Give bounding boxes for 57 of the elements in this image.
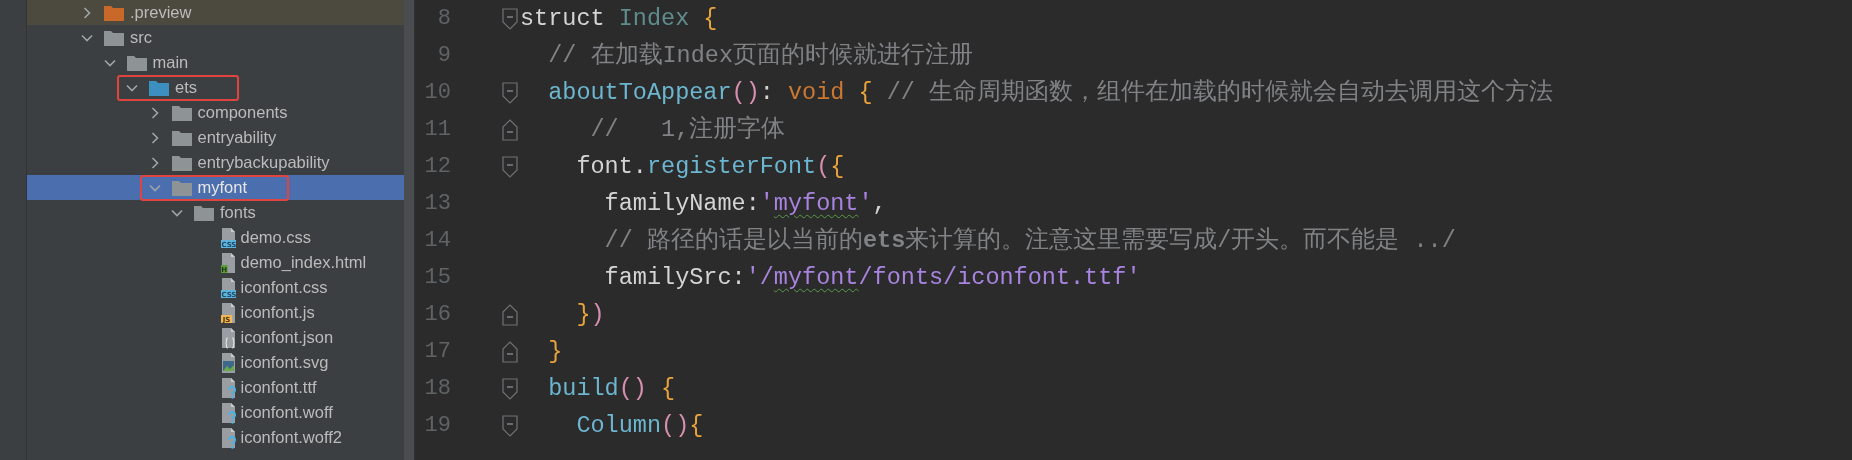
tree-row[interactable]: src [27,25,404,50]
tree-row[interactable]: iconfont.json [27,325,404,350]
scrollbar[interactable] [404,0,414,460]
tree-item-label: iconfont.css [240,277,328,299]
line-number: 14 [423,227,451,255]
tree-row[interactable]: entrybackupability [27,150,404,175]
code-line: }) [575,299,605,330]
tree-row[interactable]: main [27,50,404,75]
code-line: familyName:'myfont', [603,188,887,219]
line-number: 13 [423,190,451,218]
code-line: struct Index { [520,3,718,34]
line-number: 18 [423,375,451,403]
code-line: build() { [547,373,676,404]
tree-item-label: iconfont.woff [240,402,333,424]
tree-item-label: demo.css [240,227,312,249]
tree-row[interactable]: entryability [27,125,404,150]
tree-item-label: entryability [197,127,277,149]
code-line: aboutToAppear(): void { // 生命周期函数，组件在加载的时候就会自动去调用这个方法 [547,77,1554,108]
tree-item-label: fonts [220,202,256,224]
line-number: 19 [423,412,451,440]
tree-item-label: iconfont.woff2 [240,427,342,449]
code-line: // 1,注册字体 [589,114,786,145]
tree-item-label: iconfont.svg [240,352,329,374]
tree-row[interactable]: ets [27,75,404,100]
code-line: // 路径的话是以当前的ets来计算的。注意这里需要写成/开头。而不能是 ../ [603,225,1456,256]
tree-item-label: main [152,52,189,74]
tree-item-label: src [130,27,152,49]
line-number: 9 [436,42,451,70]
tree-item-label: .preview [130,2,192,24]
tree-item-label: iconfont.ttf [240,377,317,399]
line-number: 15 [423,264,451,292]
tree-item-label: ets [175,77,197,99]
tree-item-label: myfont [197,177,248,199]
tree-item-label: iconfont.js [240,302,315,324]
tree-row[interactable]: iconfont.woff [27,400,404,425]
line-number: 17 [423,338,451,366]
code-line: familySrc:'/myfont/fonts/iconfont.ttf' [603,262,1141,293]
code-line: } [547,336,563,367]
line-number: 11 [423,116,451,144]
tree-item-label: iconfont.json [240,327,334,349]
tree-row[interactable]: components [27,100,404,125]
line-number: 16 [423,301,451,329]
code-line: font.registerFont({ [575,151,845,182]
tree-row[interactable]: iconfont.svg [27,350,404,375]
tree-item-label: entrybackupability [197,152,330,174]
code-line: // 在加载Index页面的时候就进行注册 [547,40,974,71]
tree-row[interactable]: iconfont.woff2 [27,425,404,450]
line-number: 10 [423,79,451,107]
line-number: 12 [423,153,451,181]
tree-item-label: components [197,102,288,124]
code-line: Column(){ [575,410,704,441]
line-number: 8 [436,5,451,33]
tree-item-label: demo_index.html [240,252,367,274]
tree-row[interactable]: fonts [27,200,404,225]
tree-row[interactable]: iconfont.ttf [27,375,404,400]
tree-row[interactable]: myfont [27,175,404,200]
tree-row[interactable]: .preview [27,0,404,25]
